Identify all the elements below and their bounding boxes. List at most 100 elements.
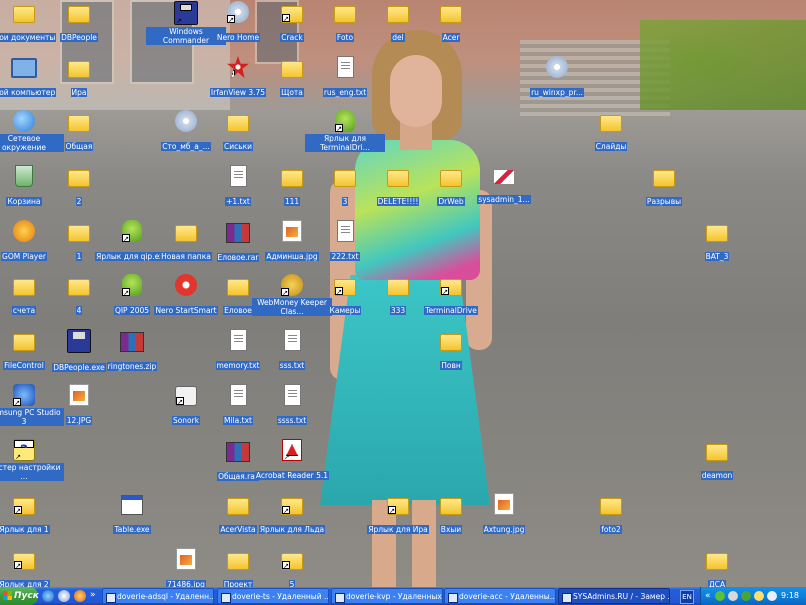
desktop-icon[interactable]: 5 bbox=[252, 548, 332, 587]
desktop-icon[interactable]: deamon bbox=[677, 439, 757, 482]
desktop-icon[interactable]: ru_winxp_pr... bbox=[517, 56, 597, 99]
folder-icon bbox=[68, 279, 90, 296]
folder-icon bbox=[440, 170, 462, 187]
desktop-icon[interactable]: Повн bbox=[411, 329, 491, 372]
text-file-icon bbox=[336, 220, 354, 242]
samsung-icon bbox=[13, 384, 35, 407]
desktop-icon-label: DrWeb bbox=[437, 197, 465, 206]
desktop-icon-label: Ярлык для TerminalDri... bbox=[305, 134, 385, 152]
folder-icon bbox=[334, 279, 356, 296]
desktop-icon[interactable]: sysadmin_1... bbox=[464, 165, 544, 206]
taskbar-window-button[interactable]: SYSAdmins.RU / - Замер ... bbox=[558, 588, 670, 604]
folder-icon bbox=[175, 225, 197, 242]
volume-tray-icon[interactable] bbox=[767, 591, 777, 601]
firefox-quicklaunch-icon[interactable] bbox=[74, 590, 86, 602]
desktop-icon[interactable]: ДСА bbox=[677, 548, 757, 587]
desktop-icon[interactable]: DBPeople bbox=[39, 1, 119, 44]
system-tray: « 9:18 bbox=[700, 587, 806, 605]
folder-icon bbox=[706, 444, 728, 461]
network-tray-icon[interactable] bbox=[741, 591, 751, 601]
folder-icon bbox=[281, 170, 303, 187]
desktop-icon[interactable]: foto2 bbox=[571, 493, 651, 536]
desktop-icon-label: Acer bbox=[441, 33, 461, 42]
desktop-icon-label: Crack bbox=[280, 33, 304, 42]
desktop-icon[interactable]: 2 bbox=[39, 165, 119, 208]
desktop-icon-label: Axtung.jpg bbox=[482, 525, 526, 534]
quicklaunch-overflow[interactable]: » bbox=[90, 587, 96, 603]
text-file-icon bbox=[229, 329, 247, 351]
floppy-icon bbox=[67, 329, 91, 353]
remote-desktop-icon bbox=[335, 593, 345, 603]
taskbar-window-button[interactable]: doverie-adsql - Удаленн... bbox=[102, 588, 214, 604]
ie-quicklaunch-icon[interactable] bbox=[42, 590, 54, 602]
text-file-icon bbox=[283, 384, 301, 406]
desktop-icon-label: Ярлык для 2 bbox=[0, 580, 50, 587]
desktop-icon[interactable]: Общая bbox=[39, 110, 119, 153]
desktop-icon-label: 3 bbox=[341, 197, 349, 206]
cd-image-icon bbox=[546, 56, 568, 78]
folder-icon bbox=[227, 553, 249, 570]
desktop-icon-label: TerminalDrive bbox=[424, 306, 478, 315]
desktop-icon-label: Разрывы bbox=[645, 197, 683, 206]
taskbar-window-button[interactable]: doverie-ts - Удаленный ... bbox=[217, 588, 329, 604]
folder-icon bbox=[68, 61, 90, 78]
folder-icon bbox=[227, 279, 249, 296]
folder-icon bbox=[281, 6, 303, 23]
desktop-icon-label: deamon bbox=[700, 471, 734, 480]
desktop-icon[interactable]: Ярлык для TerminalDri... bbox=[305, 110, 385, 154]
nero-icon bbox=[175, 274, 197, 296]
folder-icon bbox=[68, 225, 90, 242]
desktop-icon-label: Еловое bbox=[223, 306, 253, 315]
desktop-icon[interactable]: ringtones.zip bbox=[92, 329, 172, 373]
rar-archive-icon bbox=[226, 442, 250, 462]
desktop-quicklaunch-icon[interactable] bbox=[58, 590, 70, 602]
desktop-icon[interactable]: Ярлык для Льда bbox=[252, 493, 332, 536]
desktop-icon-label: Мастер настройки ... bbox=[0, 463, 64, 481]
desktop-icon[interactable]: Axtung.jpg bbox=[464, 493, 544, 536]
desktop-icon-label: Acrobat Reader 5.1 bbox=[254, 471, 330, 480]
desktop-icon[interactable]: 12.JPG bbox=[39, 384, 119, 427]
folder-icon bbox=[334, 6, 356, 23]
rar-archive-icon bbox=[226, 223, 250, 243]
folder-icon bbox=[13, 498, 35, 515]
taskbar-window-button[interactable]: doverie-acc - Удаленны... bbox=[444, 588, 556, 604]
desktop-icon[interactable]: TerminalDrive bbox=[411, 274, 491, 317]
desktop-icon[interactable]: Table.exe bbox=[92, 493, 172, 536]
taskbar-window-button[interactable]: doverie-kvp - Удаленныx... bbox=[331, 588, 443, 604]
tray-expand-chevron-icon[interactable]: « bbox=[705, 589, 711, 603]
desktop-icon[interactable]: ssss.txt bbox=[252, 384, 332, 427]
floppy-icon bbox=[174, 1, 198, 25]
desktop-icon[interactable]: BAT_3 bbox=[677, 220, 757, 263]
desktop-icon-label: ДСА bbox=[707, 580, 727, 587]
desktop-icon[interactable]: Ира bbox=[39, 56, 119, 99]
desktop-icon-label: foto2 bbox=[600, 525, 622, 534]
desktop-icon[interactable]: sss.txt bbox=[252, 329, 332, 372]
desktop-icon-label: 111 bbox=[283, 197, 301, 206]
desktop-icon[interactable]: Разрывы bbox=[624, 165, 704, 208]
desktop-icon-label: +1.txt bbox=[225, 197, 251, 206]
text-file-icon bbox=[229, 384, 247, 406]
desktop-icon[interactable]: Слайды bbox=[571, 110, 651, 153]
remote-desktop-icon bbox=[106, 593, 116, 603]
folder-icon bbox=[281, 498, 303, 515]
desktop-icon[interactable]: Acer bbox=[411, 1, 491, 44]
desktop-icon[interactable]: rus_eng.txt bbox=[305, 56, 385, 99]
folder-icon bbox=[13, 6, 35, 23]
desktop-icon[interactable]: Ярлык для 1 bbox=[0, 493, 64, 536]
desktop-icon-label: 222.txt bbox=[330, 252, 360, 261]
clock[interactable]: 9:18 bbox=[781, 587, 799, 605]
webmoney-icon bbox=[281, 274, 303, 297]
antivirus-tray-icon[interactable] bbox=[728, 591, 738, 601]
desktop-icon[interactable]: 222.txt bbox=[305, 220, 385, 263]
start-button[interactable]: Пуск bbox=[0, 587, 39, 605]
desktop-icon[interactable]: Ярлык для 2 bbox=[0, 548, 64, 587]
desktop-icon[interactable]: Мастер настройки ... bbox=[0, 439, 64, 483]
windows-logo-icon bbox=[3, 591, 12, 600]
update-tray-icon[interactable] bbox=[754, 591, 764, 601]
qip-tray-icon[interactable] bbox=[715, 591, 725, 601]
folder-icon bbox=[440, 334, 462, 351]
language-indicator[interactable]: EN bbox=[680, 590, 694, 604]
desktop-icon[interactable]: Acrobat Reader 5.1 bbox=[252, 439, 332, 482]
desktop-icon-label: Mila.txt bbox=[223, 416, 253, 425]
desktop-icon[interactable]: Сиськи bbox=[198, 110, 278, 153]
